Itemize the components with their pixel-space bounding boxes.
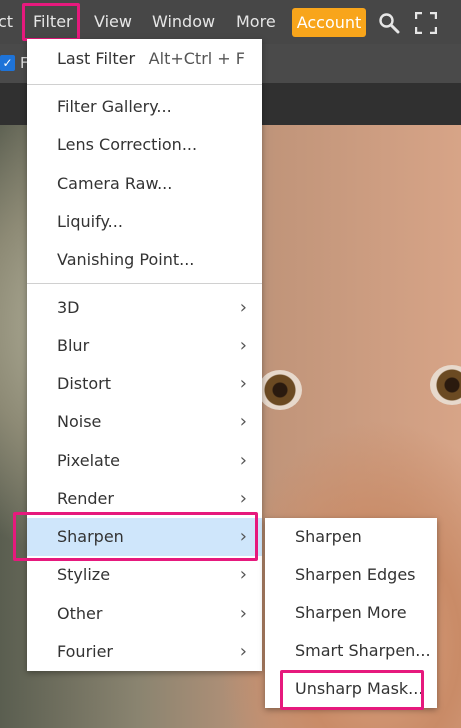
menu-item-label: Blur <box>57 336 90 355</box>
menu-item-filter-gallery[interactable]: Filter Gallery... <box>27 88 262 126</box>
menu-item-label: Other <box>57 604 103 623</box>
submenu-item-sharpen[interactable]: Sharpen <box>265 518 437 556</box>
chevron-right-icon: › <box>239 335 247 356</box>
chevron-right-icon: › <box>239 488 247 509</box>
menu-item-label: Render <box>57 489 114 508</box>
chevron-right-icon: › <box>239 564 247 585</box>
photo-eye-right <box>430 365 461 405</box>
menu-item-label: Pixelate <box>57 451 120 470</box>
menu-item-liquify[interactable]: Liquify... <box>27 203 262 241</box>
menu-item-window[interactable]: Window <box>152 11 215 33</box>
menu-item-vanishing-point[interactable]: Vanishing Point... <box>27 241 262 279</box>
menu-item-fourier[interactable]: Fourier › <box>27 633 262 671</box>
menu-item-noise[interactable]: Noise › <box>27 403 262 441</box>
submenu-item-sharpen-more[interactable]: Sharpen More <box>265 594 437 632</box>
menu-item-label: Filter Gallery... <box>57 97 172 116</box>
menu-item-label: Distort <box>57 374 112 393</box>
submenu-item-label: Smart Sharpen... <box>295 641 431 660</box>
submenu-item-label: Sharpen Edges <box>295 565 416 584</box>
chevron-right-icon: › <box>239 373 247 394</box>
menu-item-more[interactable]: More <box>236 11 276 33</box>
menu-item-label: Vanishing Point... <box>57 250 195 269</box>
submenu-item-label: Unsharp Mask... <box>295 679 424 698</box>
menu-item-filter[interactable]: Filter <box>33 11 73 33</box>
menu-item-label: Fourier <box>57 642 114 661</box>
menu-item-label: Last Filter <box>57 49 136 68</box>
filter-menu: Last Filter Alt+Ctrl + F Filter Gallery.… <box>27 39 262 671</box>
menu-item-label: Noise <box>57 412 102 431</box>
chevron-right-icon: › <box>239 603 247 624</box>
search-icon[interactable] <box>378 12 400 34</box>
account-button[interactable]: Account <box>292 8 366 37</box>
fullscreen-icon[interactable] <box>415 12 437 34</box>
menu-item-last-filter[interactable]: Last Filter Alt+Ctrl + F <box>27 40 262 78</box>
menu-item-sharpen[interactable]: Sharpen › <box>27 518 262 556</box>
menu-item-label: Lens Correction... <box>57 135 198 154</box>
menu-item-lens-correction[interactable]: Lens Correction... <box>27 126 262 164</box>
menu-item-blur[interactable]: Blur › <box>27 327 262 365</box>
menu-item-render[interactable]: Render › <box>27 480 262 518</box>
submenu-item-sharpen-edges[interactable]: Sharpen Edges <box>265 556 437 594</box>
menu-item-distort[interactable]: Distort › <box>27 365 262 403</box>
menu-item-label: 3D <box>57 298 80 317</box>
chevron-right-icon: › <box>239 297 247 318</box>
submenu-item-smart-sharpen[interactable]: Smart Sharpen... <box>265 632 437 670</box>
photo-eye-left <box>258 370 302 410</box>
submenu-item-label: Sharpen More <box>295 603 407 622</box>
chevron-right-icon: › <box>239 641 247 662</box>
menu-item-label: Camera Raw... <box>57 174 173 193</box>
menu-item-shortcut: Alt+Ctrl + F <box>148 49 245 68</box>
menu-item-pixelate[interactable]: Pixelate › <box>27 442 262 480</box>
menu-item-select[interactable]: ct <box>0 11 13 33</box>
menu-item-view[interactable]: View <box>94 11 132 33</box>
menu-divider <box>27 84 262 85</box>
submenu-item-unsharp-mask[interactable]: Unsharp Mask... <box>265 670 437 708</box>
chevron-right-icon: › <box>239 450 247 471</box>
menu-divider <box>27 283 262 284</box>
submenu-item-label: Sharpen <box>295 527 362 546</box>
menu-item-3d[interactable]: 3D › <box>27 289 262 327</box>
menu-item-label: Sharpen <box>57 527 124 546</box>
menu-item-other[interactable]: Other › <box>27 595 262 633</box>
menu-bar: ct Filter View Window More Account <box>0 0 461 44</box>
menu-item-label: Liquify... <box>57 212 123 231</box>
toolbar-checkbox[interactable]: ✓ <box>0 55 15 71</box>
menu-item-camera-raw[interactable]: Camera Raw... <box>27 165 262 203</box>
sharpen-submenu: Sharpen Sharpen Edges Sharpen More Smart… <box>265 518 437 708</box>
chevron-right-icon: › <box>239 526 247 547</box>
chevron-right-icon: › <box>239 411 247 432</box>
menu-item-label: Stylize <box>57 565 111 584</box>
checkmark-icon: ✓ <box>2 56 13 70</box>
menu-item-stylize[interactable]: Stylize › <box>27 556 262 594</box>
